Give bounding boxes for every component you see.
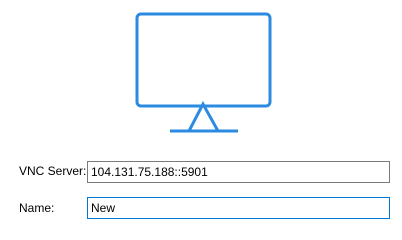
- name-label: Name:: [19, 201, 55, 215]
- vnc-server-label: VNC Server:: [19, 164, 87, 178]
- monitor-icon: [130, 10, 274, 134]
- name-input[interactable]: [87, 197, 390, 219]
- vnc-server-input[interactable]: [87, 161, 390, 183]
